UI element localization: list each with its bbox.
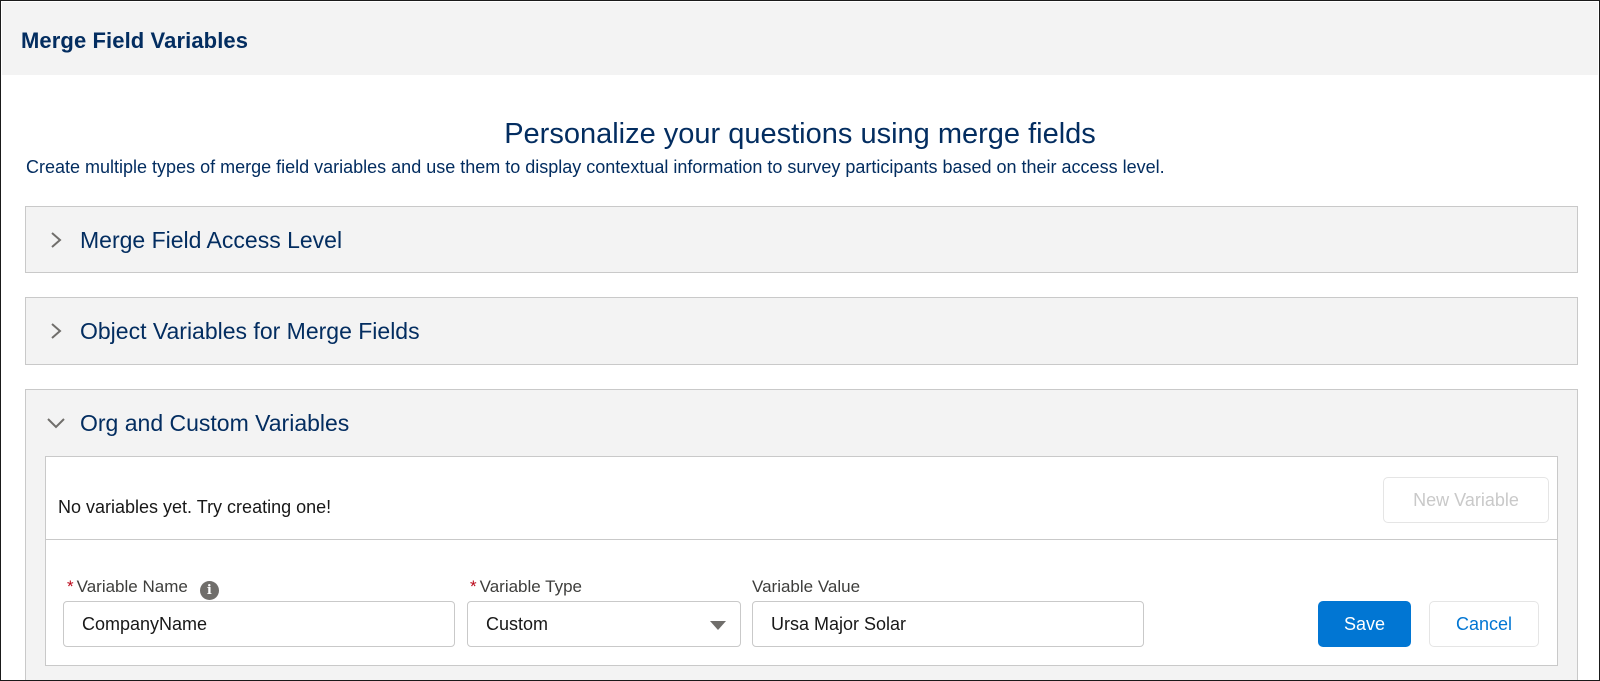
variable-name-input[interactable]: CompanyName [63,601,455,647]
save-button[interactable]: Save [1318,601,1411,647]
variable-value-label: Variable Value [752,577,861,596]
required-marker: * [67,577,74,596]
variable-type-label: * Variable Type [470,577,582,597]
divider [46,539,1557,540]
intro-description: Create multiple types of merge field var… [26,157,1165,177]
variable-name-label-text: Variable Name [76,577,188,596]
section-object-variables: Object Variables for Merge Fields [25,297,1578,365]
section-org-custom-variables: Org and Custom Variables No variables ye… [25,389,1578,680]
section-toggle-object-variables[interactable]: Object Variables for Merge Fields [26,298,1577,364]
intro-heading: Personalize your questions using merge f… [504,118,1096,150]
page-header: Merge Field Variables [2,2,1598,75]
custom-variables-panel: No variables yet. Try creating one! New … [45,456,1558,666]
section-title: Object Variables for Merge Fields [80,318,420,344]
cancel-button[interactable]: Cancel [1429,601,1539,647]
info-icon[interactable]: i [199,581,219,600]
section-title: Merge Field Access Level [80,227,343,253]
section-title: Org and Custom Variables [80,410,350,436]
variable-type-value: Custom [486,614,549,634]
section-toggle-access-level[interactable]: Merge Field Access Level [26,207,1577,273]
variable-type-select[interactable]: Custom [467,601,741,647]
chevron-down-icon [47,418,65,429]
empty-state-message: No variables yet. Try creating one! [58,497,332,517]
variable-type-label-text: Variable Type [479,577,583,596]
variable-name-label: * Variable Name i [67,577,219,600]
required-marker: * [470,577,477,596]
dropdown-arrow-icon [710,621,726,630]
variable-value-input[interactable]: Ursa Major Solar [752,601,1144,647]
chevron-right-icon [51,232,62,248]
app-frame: Merge Field Variables Personalize your q… [0,0,1600,681]
page-title: Merge Field Variables [21,28,249,53]
new-variable-button[interactable]: New Variable [1383,477,1549,523]
chevron-right-icon [51,323,62,339]
section-merge-field-access-level: Merge Field Access Level [25,206,1578,273]
section-toggle-org-custom-variables[interactable]: Org and Custom Variables [26,390,1577,456]
